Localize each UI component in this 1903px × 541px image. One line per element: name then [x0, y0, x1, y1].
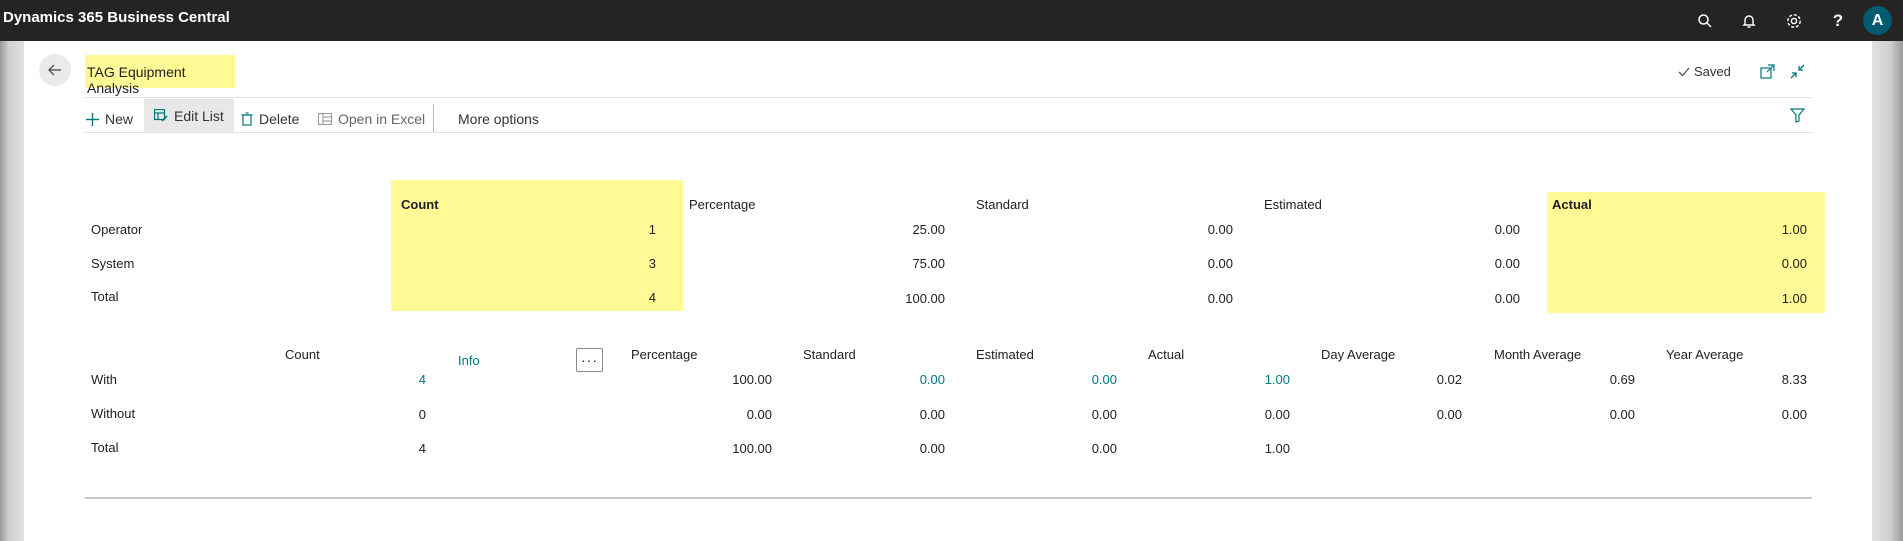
open-in-excel-button[interactable]: Open in Excel — [318, 106, 425, 132]
row-label: Total — [91, 289, 119, 304]
table2-header-actual[interactable]: Actual — [1148, 347, 1184, 362]
table2-header-count[interactable]: Count — [285, 347, 320, 362]
more-options-button[interactable]: More options — [458, 106, 539, 132]
more-options-ellipsis-button[interactable]: ··· — [576, 348, 603, 372]
row-label: With — [91, 372, 117, 387]
table2-header-estimated[interactable]: Estimated — [976, 347, 1034, 362]
help-icon[interactable]: ? — [1826, 9, 1850, 33]
table1-header-standard[interactable]: Standard — [976, 197, 1029, 212]
estimated-value: 0.00 — [1494, 256, 1520, 271]
app-title[interactable]: Dynamics 365 Business Central — [3, 9, 230, 26]
day-average-value: 0.02 — [1436, 372, 1462, 387]
estimated-value: 0.00 — [1091, 441, 1117, 456]
table1-header-estimated[interactable]: Estimated — [1264, 197, 1322, 212]
filter-icon[interactable] — [1788, 106, 1806, 124]
saved-status: Saved — [1678, 64, 1731, 79]
action-bar-divider — [85, 132, 1812, 133]
table2-header-info[interactable]: Info — [458, 353, 480, 368]
edit-list-button[interactable]: Edit List — [144, 99, 234, 132]
count-link[interactable]: 4 — [326, 372, 426, 387]
table2-header-month-average[interactable]: Month Average — [1494, 347, 1581, 362]
app-bar: Dynamics 365 Business Central ? A — [0, 0, 1903, 41]
actual-value: 0.00 — [1264, 407, 1290, 422]
new-button[interactable]: New — [86, 106, 133, 132]
count-value: 3 — [648, 256, 656, 271]
year-average-value: 0.00 — [1781, 407, 1807, 422]
day-average-value: 0.00 — [1436, 407, 1462, 422]
search-icon[interactable] — [1693, 9, 1717, 33]
action-separator — [433, 104, 434, 132]
standard-value: 0.00 — [1207, 291, 1233, 306]
estimated-value: 0.00 — [1091, 407, 1117, 422]
table2-header-percentage[interactable]: Percentage — [631, 347, 698, 362]
right-gutter — [1872, 41, 1903, 541]
table2-header-year-average[interactable]: Year Average — [1666, 347, 1743, 362]
actual-value: 1.00 — [1781, 222, 1807, 237]
standard-link[interactable]: 0.00 — [845, 372, 945, 387]
actual-value: 1.00 — [1781, 291, 1807, 306]
back-button[interactable] — [39, 54, 71, 86]
percentage-value: 0.00 — [746, 407, 772, 422]
trash-icon — [241, 112, 253, 126]
standard-value: 0.00 — [919, 441, 945, 456]
actual-link[interactable]: 1.00 — [1190, 372, 1290, 387]
table1-header-count[interactable]: Count — [401, 197, 439, 212]
avatar[interactable]: A — [1863, 6, 1892, 35]
percentage-value: 100.00 — [732, 372, 772, 387]
table2-header-day-average[interactable]: Day Average — [1321, 347, 1395, 362]
edit-list-icon — [154, 109, 168, 122]
check-icon — [1678, 67, 1690, 76]
bottom-divider — [85, 497, 1812, 499]
standard-value: 0.00 — [1207, 222, 1233, 237]
count-value: 1 — [648, 222, 656, 237]
percentage-value: 100.00 — [732, 441, 772, 456]
month-average-value: 0.69 — [1609, 372, 1635, 387]
page-title: TAG Equipment Analysis — [87, 64, 186, 96]
month-average-value: 0.00 — [1609, 407, 1635, 422]
delete-button[interactable]: Delete — [241, 106, 299, 132]
percentage-value: 100.00 — [905, 291, 945, 306]
plus-icon — [86, 112, 99, 126]
row-label: System — [91, 256, 135, 271]
bell-icon[interactable] — [1737, 9, 1761, 33]
table1-header-percentage[interactable]: Percentage — [689, 197, 756, 212]
table2-header-standard[interactable]: Standard — [803, 347, 856, 362]
estimated-link[interactable]: 0.00 — [1017, 372, 1117, 387]
percentage-value: 75.00 — [912, 256, 945, 271]
actual-value: 0.00 — [1781, 256, 1807, 271]
header-divider — [85, 97, 1812, 98]
excel-icon — [318, 113, 332, 125]
actual-value: 1.00 — [1264, 441, 1290, 456]
row-label: Total — [91, 440, 119, 455]
table1-header-actual[interactable]: Actual — [1552, 197, 1592, 212]
count-value: 4 — [648, 290, 656, 305]
page-title-highlight: TAG Equipment Analysis — [85, 55, 235, 96]
estimated-value: 0.00 — [1494, 222, 1520, 237]
saved-label: Saved — [1694, 64, 1731, 79]
year-average-value: 8.33 — [1781, 372, 1807, 387]
standard-value: 0.00 — [919, 407, 945, 422]
open-new-window-icon[interactable] — [1758, 62, 1776, 80]
count-value: 0 — [418, 407, 426, 422]
estimated-value: 0.00 — [1494, 291, 1520, 306]
row-label: Without — [91, 406, 136, 421]
percentage-value: 25.00 — [912, 222, 945, 237]
left-gutter — [0, 41, 24, 541]
count-value: 4 — [418, 441, 426, 456]
collapse-icon[interactable] — [1788, 62, 1806, 80]
standard-value: 0.00 — [1207, 256, 1233, 271]
arrow-left-icon — [48, 64, 61, 76]
gear-icon[interactable] — [1782, 9, 1806, 33]
row-label: Operator — [91, 222, 143, 237]
